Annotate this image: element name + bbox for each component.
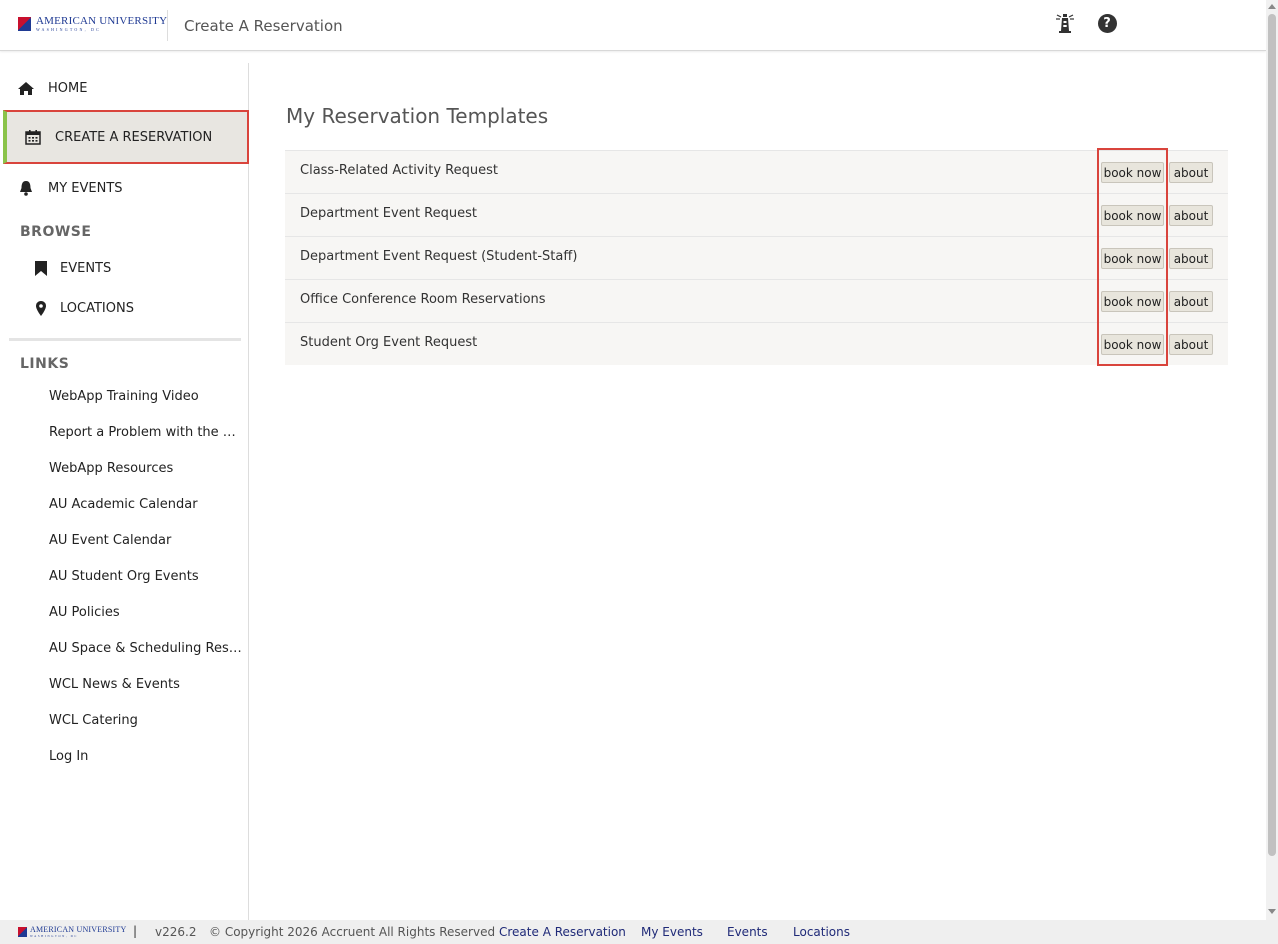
book-now-button[interactable]: book now [1101,248,1164,269]
logo-mark-icon [18,927,27,937]
footer-logo-subtitle: WASHINGTON, DC [30,934,79,938]
link-report-problem[interactable]: Report a Problem with the WebApp [49,425,247,440]
page-title: Create A Reservation [184,17,343,35]
templates-heading: My Reservation Templates [286,104,549,128]
footer-link-events[interactable]: Events [727,925,768,939]
sidebar-item-home[interactable]: HOME [0,63,248,113]
link-au-policies[interactable]: AU Policies [49,605,247,620]
template-name: Department Event Request (Student-Staff) [300,249,578,264]
about-button[interactable]: about [1169,334,1213,355]
sidebar-item-locations[interactable]: LOCATIONS [34,297,134,319]
sidebar-item-label: LOCATIONS [60,300,134,316]
link-log-in[interactable]: Log In [49,749,247,764]
version-label: v226.2 [155,925,197,939]
sidebar-item-create-reservation[interactable]: CREATE A RESERVATION [3,110,249,164]
home-icon [18,80,34,96]
calendar-icon [25,129,41,145]
logo-mark-icon [18,17,31,31]
link-wcl-news-events[interactable]: WCL News & Events [49,677,247,692]
template-name: Department Event Request [300,206,477,221]
about-button[interactable]: about [1169,248,1213,269]
about-button[interactable]: about [1169,291,1213,312]
footer-link-locations[interactable]: Locations [793,925,850,939]
scroll-up-arrow-icon[interactable] [1268,4,1276,9]
link-au-student-org-events[interactable]: AU Student Org Events [49,569,247,584]
link-wcl-catering[interactable]: WCL Catering [49,713,247,728]
link-webapp-training-video[interactable]: WebApp Training Video [49,389,247,404]
link-au-event-calendar[interactable]: AU Event Calendar [49,533,247,548]
templates-list: Class-Related Activity Request book now … [285,150,1228,365]
book-now-button[interactable]: book now [1101,334,1164,355]
template-row: Student Org Event Request book now about [285,322,1228,365]
link-webapp-resources[interactable]: WebApp Resources [49,461,247,476]
template-row: Class-Related Activity Request book now … [285,150,1228,193]
help-icon[interactable]: ? [1096,12,1118,34]
sidebar-item-events[interactable]: EVENTS [34,257,111,279]
scroll-down-arrow-icon[interactable] [1268,909,1276,914]
template-row: Department Event Request book now about [285,193,1228,236]
sidebar-item-my-events[interactable]: MY EVENTS [0,163,248,213]
copyright-text: © Copyright 2026 Accruent All Rights Res… [209,925,496,939]
scroll-thumb[interactable] [1268,14,1276,856]
book-now-button[interactable]: book now [1101,205,1164,226]
browse-heading: BROWSE [20,224,92,240]
bookmark-icon [34,260,48,276]
map-pin-icon [34,300,48,316]
logo-name: AMERICAN UNIVERSITY [36,15,168,27]
sidebar-item-label: MY EVENTS [48,180,123,196]
template-row: Office Conference Room Reservations book… [285,279,1228,322]
sidebar: HOME CREATE A RESERVATION MY EVENTS BROW… [0,63,249,920]
footer-link-create-reservation[interactable]: Create A Reservation [499,925,626,939]
sidebar-item-label: EVENTS [60,260,112,276]
link-au-academic-calendar[interactable]: AU Academic Calendar [49,497,247,512]
logo-subtitle: WASHINGTON, DC [36,27,101,32]
template-name: Class-Related Activity Request [300,163,498,178]
book-now-button[interactable]: book now [1101,162,1164,183]
page-scrollbar[interactable] [1266,0,1278,920]
top-header: AMERICAN UNIVERSITY WASHINGTON, DC Creat… [0,0,1266,51]
footer: AMERICAN UNIVERSITY WASHINGTON, DC | v22… [0,920,1278,944]
link-au-space-scheduling[interactable]: AU Space & Scheduling Resources [49,641,247,656]
sidebar-item-label: HOME [48,80,88,96]
footer-separator: | [133,924,138,938]
template-name: Office Conference Room Reservations [300,292,546,307]
template-row: Department Event Request (Student-Staff)… [285,236,1228,279]
lighthouse-icon[interactable] [1054,12,1076,34]
links-heading: LINKS [20,356,70,372]
footer-link-my-events[interactable]: My Events [641,925,703,939]
footer-logo: AMERICAN UNIVERSITY WASHINGTON, DC [18,926,126,938]
book-now-button[interactable]: book now [1101,291,1164,312]
sidebar-divider [9,338,241,341]
footer-logo-name: AMERICAN UNIVERSITY [30,925,127,934]
bell-icon [18,180,34,196]
sidebar-item-label: CREATE A RESERVATION [55,129,213,145]
university-logo[interactable]: AMERICAN UNIVERSITY WASHINGTON, DC [18,14,167,34]
about-button[interactable]: about [1169,205,1213,226]
template-name: Student Org Event Request [300,335,478,350]
header-divider [167,10,168,41]
about-button[interactable]: about [1169,162,1213,183]
